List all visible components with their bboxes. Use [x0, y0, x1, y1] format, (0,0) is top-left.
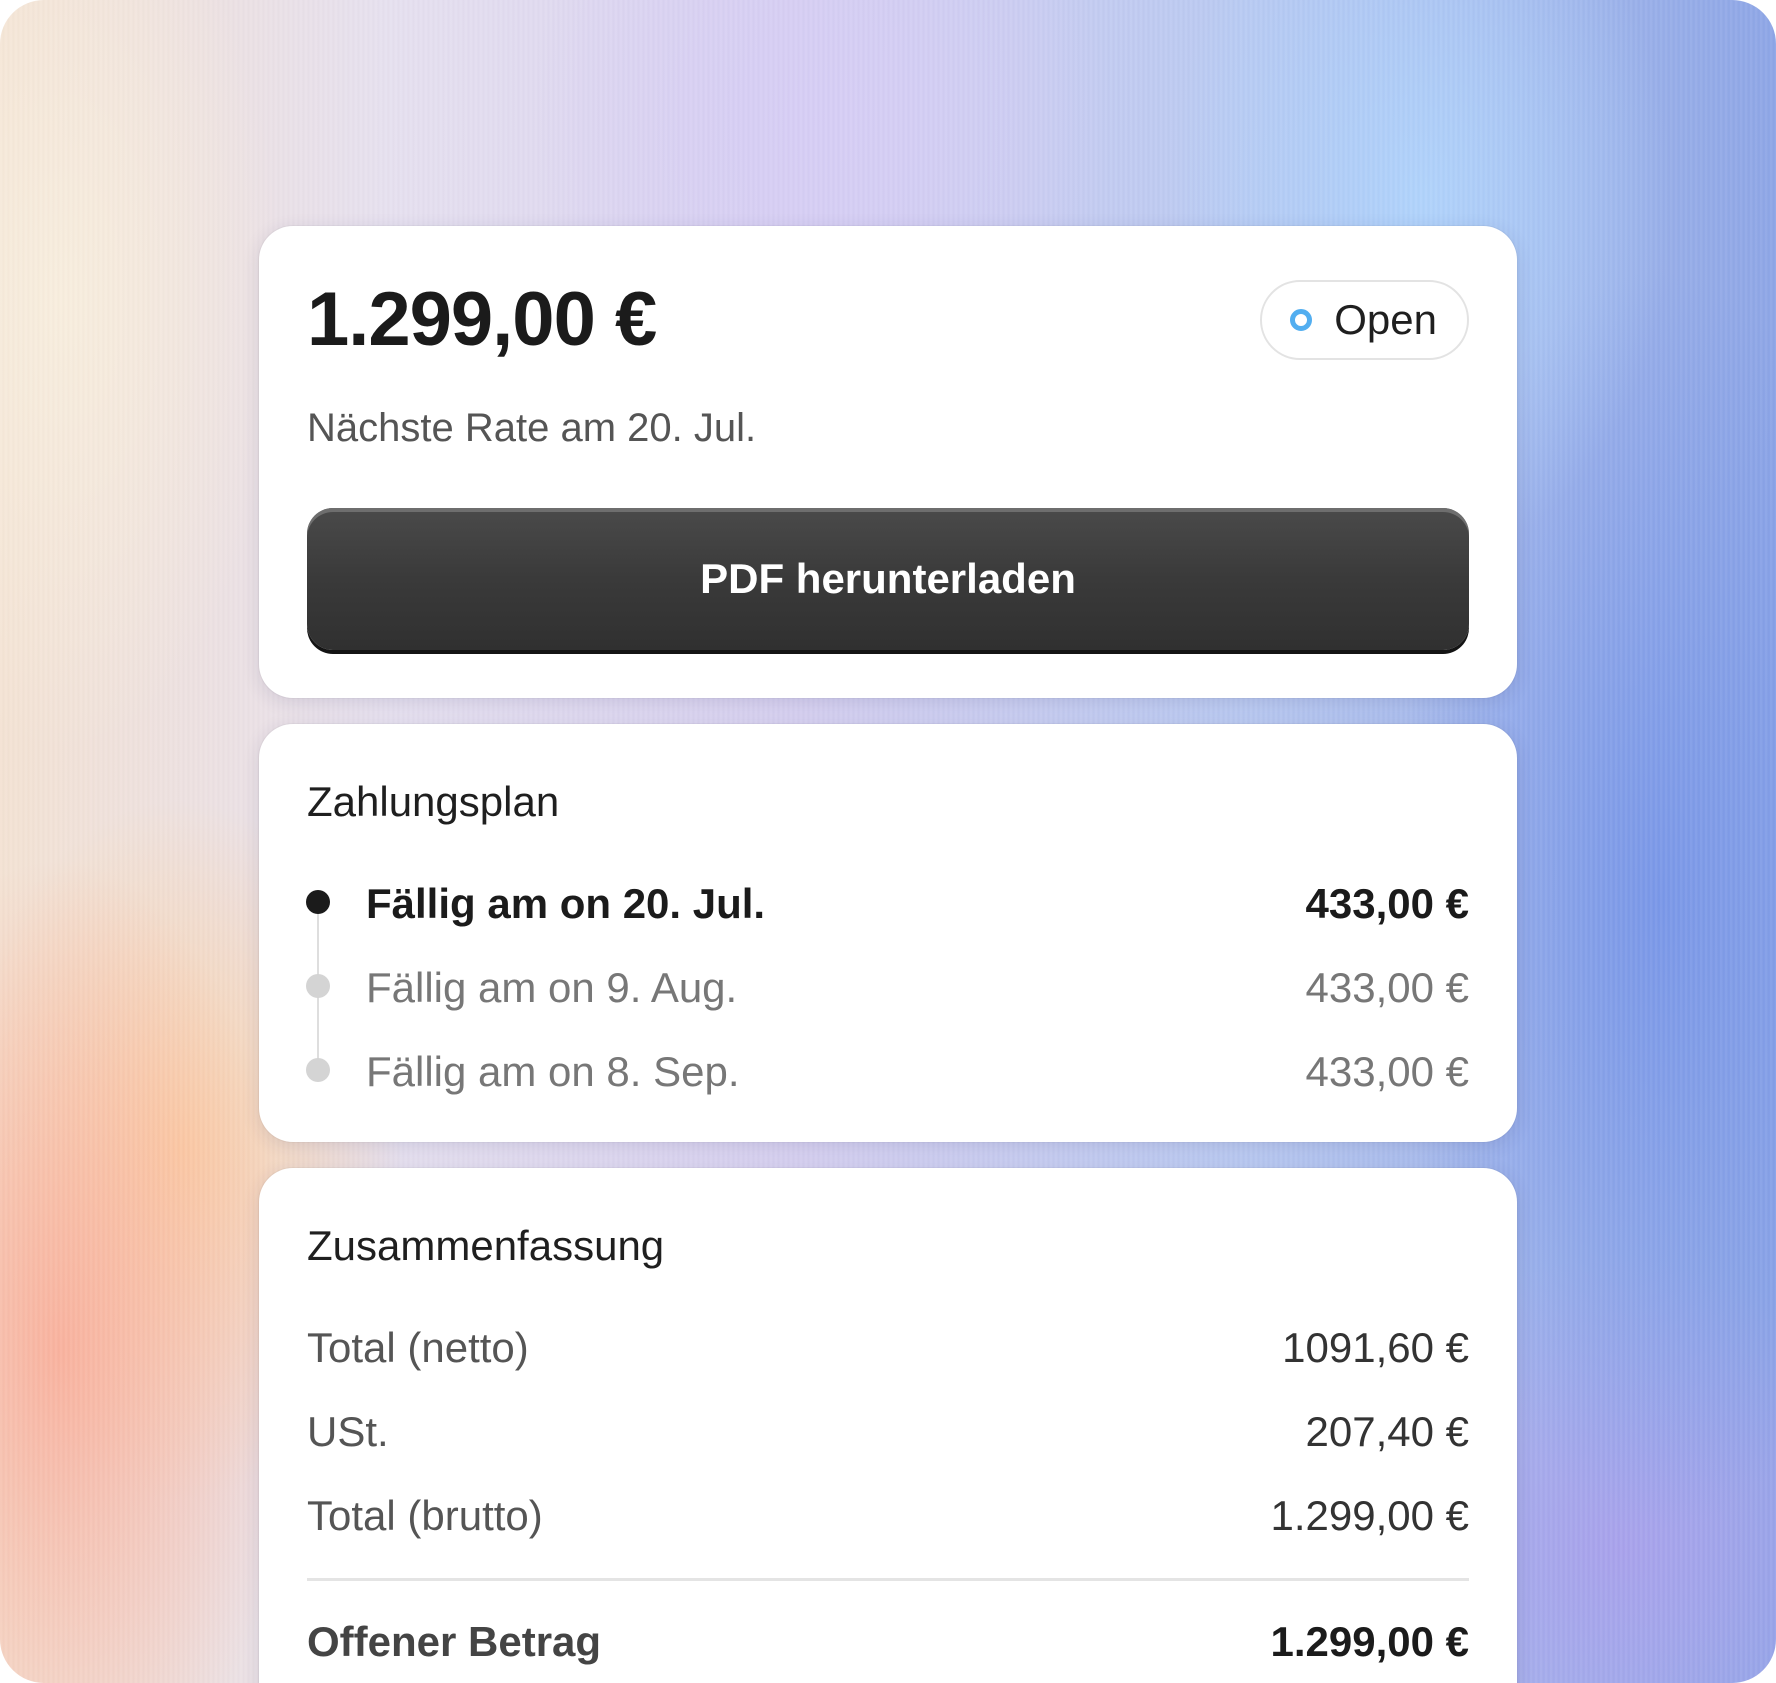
- summary-row-value: 1091,60 €: [1282, 1324, 1469, 1371]
- invoice-amount: 1.299,00 €: [307, 277, 657, 362]
- summary-card: Zusammenfassung Total (netto) 1091,60 € …: [259, 1168, 1517, 1683]
- open-amount-label: Offener Betrag: [307, 1618, 602, 1665]
- next-rate-text: Nächste Rate am 20. Jul.: [307, 406, 757, 450]
- summary-row-label: Total (brutto): [307, 1492, 543, 1539]
- plan-item-label: Fällig am on 8. Sep.: [366, 1048, 740, 1095]
- summary-row-label: USt.: [307, 1408, 389, 1455]
- summary-row-value: 1.299,00 €: [1270, 1492, 1469, 1539]
- payment-plan-title: Zahlungsplan: [307, 778, 560, 825]
- summary-divider: [307, 1578, 1469, 1581]
- plan-item-amount: 433,00 €: [1305, 964, 1470, 1011]
- timeline-dot-icon: [306, 974, 330, 998]
- summary-row-open-amount: Offener Betrag 1.299,00 €: [307, 1610, 1469, 1670]
- invoice-card: 1.299,00 € Open Nächste Rate am 20. Jul.…: [259, 226, 1517, 698]
- summary-row-value: 207,40 €: [1305, 1408, 1470, 1455]
- timeline-dot-icon: [306, 1058, 330, 1082]
- timeline-dot-active-icon: [306, 890, 330, 914]
- summary-row-gross: Total (brutto) 1.299,00 €: [307, 1484, 1469, 1544]
- plan-item-amount: 433,00 €: [1305, 880, 1470, 927]
- open-amount-value: 1.299,00 €: [1270, 1618, 1469, 1665]
- status-label: Open: [1334, 296, 1437, 343]
- summary-row-vat: USt. 207,40 €: [307, 1400, 1469, 1460]
- plan-item-label: Fällig am on 20. Jul.: [366, 880, 766, 927]
- plan-item-amount: 433,00 €: [1305, 1048, 1470, 1095]
- plan-item-label: Fällig am on 9. Aug.: [366, 964, 738, 1011]
- plan-item: Fällig am on 8. Sep. 433,00 €: [259, 1040, 1517, 1100]
- summary-title: Zusammenfassung: [307, 1222, 665, 1269]
- download-pdf-button[interactable]: PDF herunterladen: [307, 508, 1469, 650]
- plan-item: Fällig am on 9. Aug. 433,00 €: [259, 956, 1517, 1016]
- summary-row-label: Total (netto): [307, 1324, 529, 1371]
- plan-item: Fällig am on 20. Jul. 433,00 €: [259, 872, 1517, 932]
- status-open-icon: [1290, 309, 1313, 331]
- status-badge: Open: [1260, 280, 1469, 360]
- summary-row-net: Total (netto) 1091,60 €: [307, 1316, 1469, 1376]
- background-canvas: 1.299,00 € Open Nächste Rate am 20. Jul.…: [0, 0, 1776, 1683]
- payment-plan-card: Zahlungsplan Fällig am on 20. Jul. 433,0…: [259, 724, 1517, 1142]
